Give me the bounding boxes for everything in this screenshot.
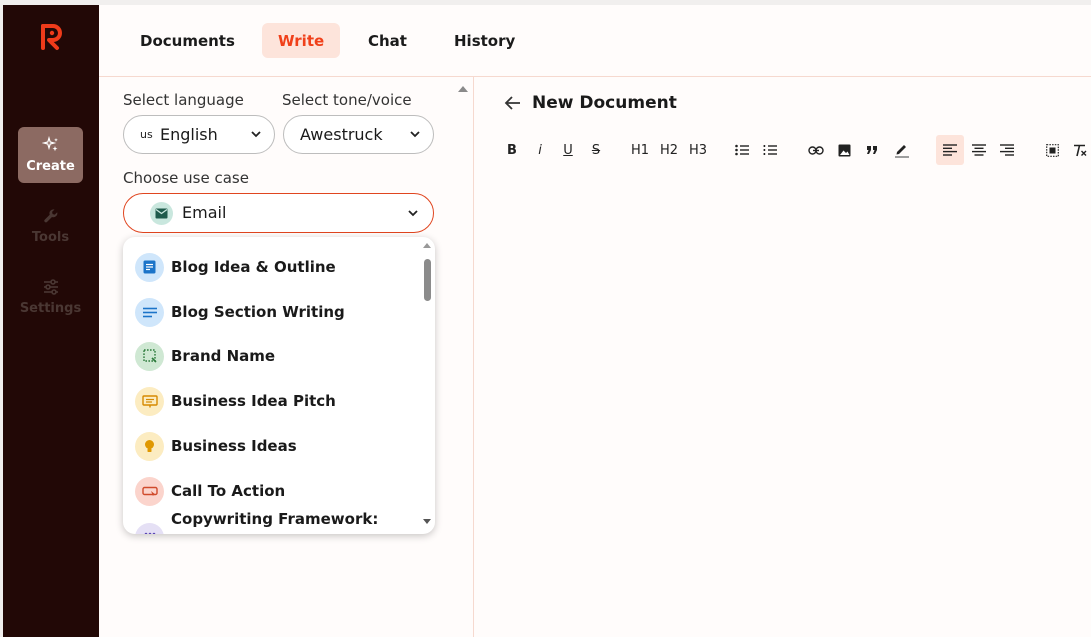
align-right-icon [1000, 144, 1014, 156]
wrench-icon [43, 209, 57, 223]
language-value: English [160, 125, 218, 144]
image-icon [838, 144, 850, 156]
write-form-panel: Select language Select tone/voice us Eng… [99, 77, 473, 637]
use-case-select[interactable]: Email [123, 193, 434, 233]
link-button[interactable] [804, 135, 828, 165]
document-editor: New Document B i U S H1 H2 H3 [474, 77, 1091, 637]
use-case-option-label: Copywriting Framework: [171, 510, 379, 528]
quote-icon [867, 145, 877, 154]
numbered-list-button[interactable] [758, 135, 782, 165]
document-title: New Document [532, 93, 677, 113]
language-label: Select language [123, 91, 244, 109]
clear-formatting-icon [1074, 144, 1087, 156]
language-select[interactable]: us English [123, 115, 275, 154]
heading3-button[interactable]: H3 [684, 135, 712, 165]
dropdown-scroll-up-arrow[interactable] [423, 243, 431, 248]
panel-scroll-up-arrow[interactable] [458, 86, 468, 92]
use-case-option-label: Business Idea Pitch [171, 392, 336, 410]
quote-button[interactable] [860, 135, 884, 165]
select-all-button[interactable] [1040, 135, 1064, 165]
numbered-list-icon [763, 145, 777, 155]
italic-button[interactable]: i [528, 135, 552, 165]
back-arrow-icon[interactable] [504, 95, 522, 111]
use-case-option[interactable]: Call To Action [123, 469, 419, 513]
email-icon [150, 202, 173, 225]
heading1-button[interactable]: H1 [626, 135, 654, 165]
chevron-down-icon [410, 131, 420, 138]
nav-settings[interactable]: Settings [18, 269, 83, 325]
highlight-button[interactable] [890, 135, 914, 165]
tone-label: Select tone/voice [282, 91, 412, 109]
sliders-icon [43, 279, 58, 295]
dropdown-scroll-down-arrow[interactable] [423, 519, 431, 524]
dropdown-scrollbar[interactable] [424, 259, 431, 301]
use-case-option[interactable]: Copywriting Framework: [123, 509, 419, 534]
use-case-option-label: Brand Name [171, 347, 276, 365]
bulleted-list-icon [735, 144, 749, 156]
use-case-option-label: Blog Idea & Outline [171, 258, 336, 276]
use-case-option[interactable]: Business Ideas [123, 424, 419, 468]
tab-chat[interactable]: Chat [352, 23, 423, 58]
lines-icon [135, 297, 164, 327]
presentation-icon [135, 386, 164, 416]
use-case-option-label: Blog Section Writing [171, 303, 345, 321]
heading2-button[interactable]: H2 [655, 135, 683, 165]
underline-button[interactable]: U [556, 135, 580, 165]
app-logo[interactable] [39, 23, 65, 51]
nav-tools-label: Tools [31, 230, 70, 245]
align-center-icon [972, 144, 986, 156]
tab-history[interactable]: History [438, 23, 531, 58]
tone-select[interactable]: Awestruck [283, 115, 434, 154]
align-center-button[interactable] [966, 135, 992, 165]
image-button[interactable] [832, 135, 856, 165]
chevron-down-icon [251, 131, 261, 138]
tone-value: Awestruck [300, 125, 383, 144]
main-area: Documents Write Chat History Select lang… [99, 5, 1091, 637]
use-case-option[interactable]: Blog Idea & Outline [123, 245, 419, 289]
clear-format-button[interactable] [1068, 135, 1091, 165]
sidebar: Create Tools Settings [3, 5, 99, 637]
use-case-option[interactable]: Blog Section Writing [123, 290, 419, 334]
nav-create-label: Create [26, 159, 75, 174]
use-case-option-label: Business Ideas [171, 437, 297, 455]
use-case-option-label: Call To Action [171, 482, 286, 500]
tab-write[interactable]: Write [262, 23, 341, 58]
document-icon [135, 252, 164, 282]
button-icon [135, 476, 164, 506]
strikethrough-button[interactable]: S [584, 135, 608, 165]
use-case-value: Email [182, 203, 227, 222]
align-left-icon [943, 144, 957, 156]
brand-frame-icon [135, 341, 164, 371]
sparkles-icon [41, 136, 58, 152]
link-icon [808, 145, 824, 155]
tab-documents[interactable]: Documents [124, 23, 251, 58]
nav-settings-label: Settings [19, 301, 82, 316]
nav-tools[interactable]: Tools [18, 198, 83, 254]
use-case-option[interactable]: Business Idea Pitch [123, 379, 419, 423]
use-case-label: Choose use case [123, 169, 249, 187]
bulleted-list-button[interactable] [730, 135, 754, 165]
tab-bar: Documents Write Chat History [99, 5, 1091, 77]
highlighter-pen-icon [895, 145, 909, 158]
grid-icon [135, 523, 164, 534]
use-case-option[interactable]: Brand Name [123, 334, 419, 378]
use-case-dropdown[interactable]: Blog Idea & Outline Blog Section Writing… [123, 237, 435, 534]
chevron-down-icon [408, 210, 418, 217]
select-all-icon [1045, 143, 1059, 157]
align-right-button[interactable] [994, 135, 1020, 165]
bold-button[interactable]: B [500, 135, 524, 165]
document-header: New Document [504, 91, 677, 115]
nav-create[interactable]: Create [18, 127, 83, 183]
us-flag-icon: us [140, 128, 153, 141]
lightbulb-icon [135, 431, 164, 461]
align-left-button[interactable] [936, 135, 964, 165]
